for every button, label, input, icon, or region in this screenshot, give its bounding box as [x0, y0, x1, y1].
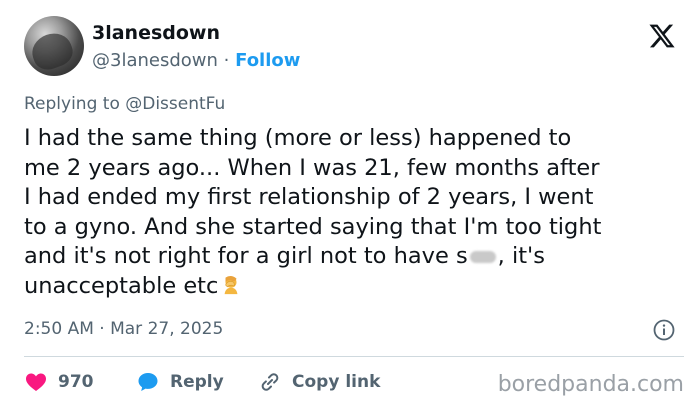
copy-link-label: Copy link	[292, 372, 381, 392]
like-button[interactable]: 970	[24, 370, 94, 394]
tweet-line: unacceptable etc	[24, 272, 684, 302]
copy-link-button[interactable]: Copy link	[258, 370, 380, 394]
x-logo-icon[interactable]	[648, 22, 676, 50]
tweet-header: 3lanesdown @3lanesdown · Follow	[24, 16, 684, 82]
author-handle-line: @3lanesdown · Follow	[92, 50, 300, 71]
tweet-text: I had the same thing (more or less) happ…	[24, 124, 684, 301]
censored-word	[469, 250, 496, 263]
tweet-timestamp[interactable]: 2:50 AM · Mar 27, 2025	[24, 319, 223, 339]
follow-button[interactable]: Follow	[235, 50, 300, 71]
heart-icon	[26, 373, 46, 391]
tweet-line: to a gyno. And she started saying that I…	[24, 213, 602, 240]
tweet-line-part: unacceptable etc	[24, 272, 219, 299]
author-handle[interactable]: @3lanesdown	[92, 50, 218, 71]
like-count: 970	[58, 372, 94, 392]
divider	[24, 356, 684, 357]
reply-button[interactable]: Reply	[136, 370, 224, 394]
watermark: boredpanda.com	[497, 372, 684, 397]
tweet-line-part: and it's not right for a girl not to hav…	[24, 243, 468, 269]
replying-to[interactable]: Replying to @DissentFu	[24, 94, 225, 114]
tweet-line: I had the same thing (more or less) happ…	[24, 125, 572, 151]
tweet-line: and it's not right for a girl not to hav…	[24, 242, 684, 272]
link-icon	[261, 373, 279, 391]
author-display-name[interactable]: 3lanesdown	[92, 22, 220, 44]
tweet-line: I had ended my first relationship of 2 y…	[24, 184, 594, 210]
avatar[interactable]	[24, 16, 84, 76]
tweet-line: me 2 years ago... When I was 21, few mon…	[24, 154, 600, 181]
separator: ·	[223, 50, 230, 71]
info-icon[interactable]	[652, 318, 676, 342]
tweet-line-part: , it's	[497, 243, 545, 269]
facepalm-emoji-icon	[224, 275, 238, 294]
reply-bubble-icon	[138, 373, 158, 391]
reply-label: Reply	[170, 372, 224, 392]
